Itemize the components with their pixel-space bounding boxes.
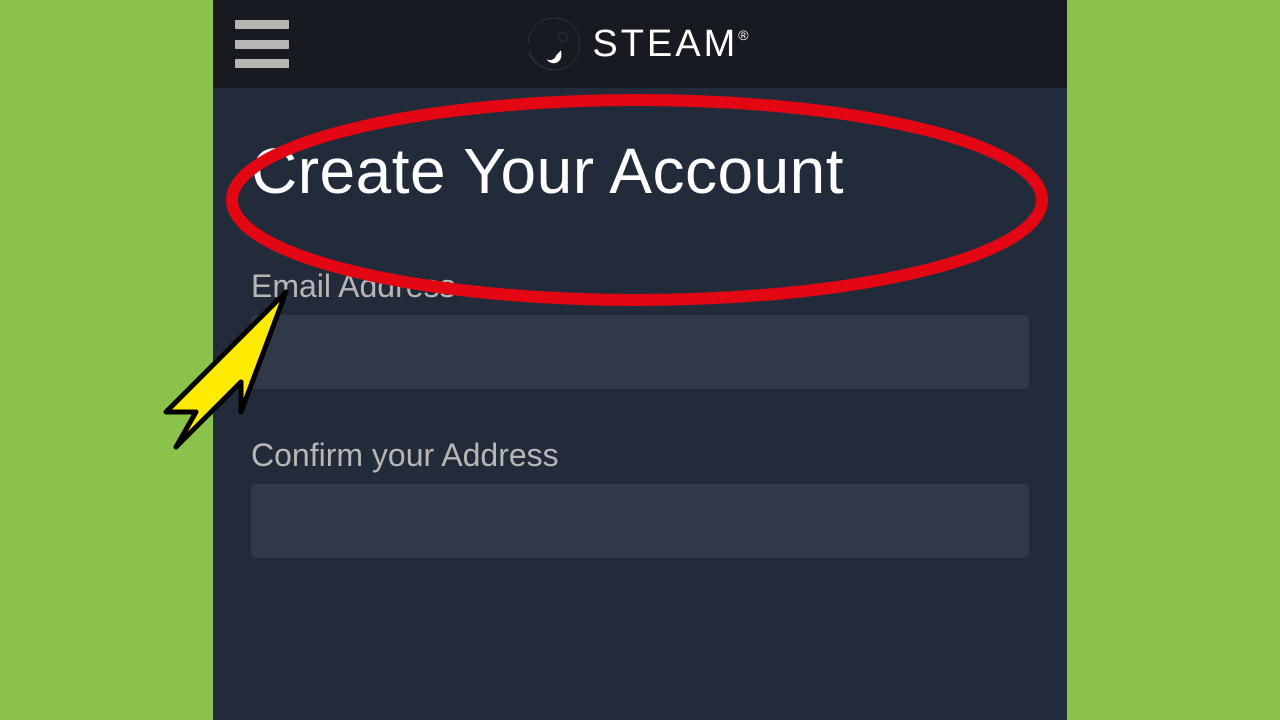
- confirm-input[interactable]: [251, 484, 1029, 558]
- trademark-symbol: ®: [738, 27, 751, 43]
- email-input[interactable]: [251, 315, 1029, 389]
- app-window: STEAM® Create Your Account Email Address…: [213, 0, 1067, 720]
- steam-icon: [528, 18, 580, 70]
- hamburger-icon: [235, 20, 289, 29]
- brand-logo: STEAM®: [528, 18, 751, 70]
- menu-button[interactable]: [235, 20, 289, 68]
- email-field-group: Email Address: [251, 268, 1029, 389]
- confirm-label: Confirm your Address: [251, 437, 1029, 474]
- hamburger-icon: [235, 40, 289, 49]
- confirm-field-group: Confirm your Address: [251, 437, 1029, 558]
- page-content: Create Your Account Email Address Confir…: [213, 88, 1067, 720]
- hamburger-icon: [235, 59, 289, 68]
- page-title: Create Your Account: [251, 134, 1029, 208]
- email-label: Email Address: [251, 268, 1029, 305]
- brand-text: STEAM®: [592, 23, 751, 66]
- app-header: STEAM®: [213, 0, 1067, 88]
